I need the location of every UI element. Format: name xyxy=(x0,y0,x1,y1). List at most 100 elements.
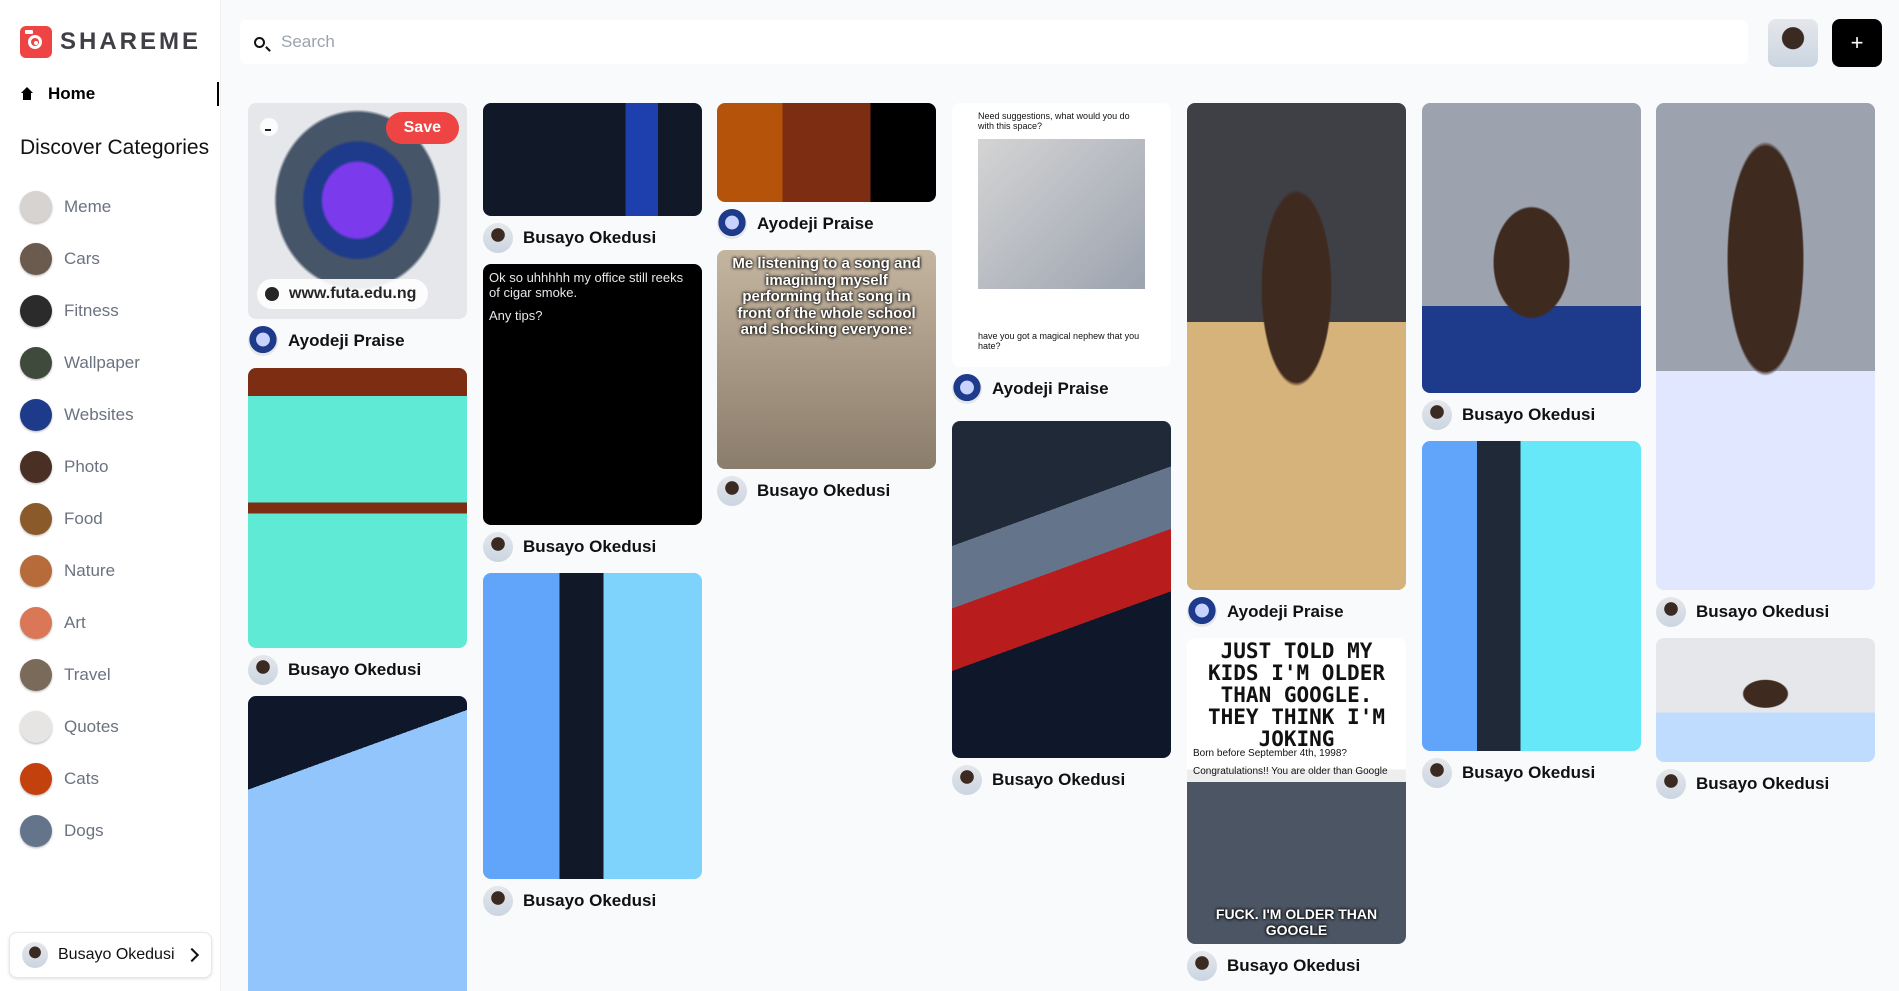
category-thumbnail xyxy=(20,659,52,691)
pin-author[interactable]: Ayodeji Praise xyxy=(952,373,1171,405)
pin-card[interactable]: Me listening to a song and imagining mys… xyxy=(717,250,936,507)
pin-card[interactable]: Busayo Okedusi xyxy=(1656,638,1875,800)
avatar xyxy=(1187,951,1217,981)
user-profile-button[interactable]: Busayo Okedusi xyxy=(9,932,212,978)
pin-author[interactable]: Busayo Okedusi xyxy=(952,764,1171,796)
pin-image[interactable]: JUST TOLD MY KIDS I'M OLDER THAN GOOGLE.… xyxy=(1187,638,1406,944)
sidebar-item-websites[interactable]: Websites xyxy=(20,389,140,441)
pin-card[interactable]: Ayodeji Praise xyxy=(1187,103,1406,628)
category-thumbnail xyxy=(20,711,52,743)
sidebar-item-meme[interactable]: Meme xyxy=(20,181,140,233)
author-name: Ayodeji Praise xyxy=(288,331,405,350)
sidebar-item-photo[interactable]: Photo xyxy=(20,441,140,493)
pin-author[interactable]: Busayo Okedusi xyxy=(717,475,936,507)
user-name: Busayo Okedusi xyxy=(58,946,175,963)
author-name: Busayo Okedusi xyxy=(288,660,422,679)
pin-image[interactable]: Need suggestions, what would you do with… xyxy=(952,103,1171,367)
sidebar-item-fitness[interactable]: Fitness xyxy=(20,285,140,337)
pin-image[interactable] xyxy=(1187,103,1406,590)
pin-image[interactable] xyxy=(483,573,702,879)
pin-image[interactable] xyxy=(717,103,936,202)
pin-image[interactable]: Me listening to a song and imagining mys… xyxy=(717,250,936,469)
category-list: Meme Cars Fitness Wallpaper Websites Pho… xyxy=(20,181,140,857)
author-name: Ayodeji Praise xyxy=(1227,602,1344,621)
pin-author[interactable]: Busayo Okedusi xyxy=(483,222,702,254)
app-logo[interactable]: SHAREME xyxy=(20,26,201,58)
author-name: Busayo Okedusi xyxy=(523,228,657,247)
avatar xyxy=(22,942,48,968)
create-pin-button[interactable]: + xyxy=(1832,19,1882,67)
pin-image[interactable] xyxy=(248,368,467,648)
author-name: Busayo Okedusi xyxy=(757,481,891,500)
pin-author[interactable]: Busayo Okedusi xyxy=(1422,757,1641,789)
meme-caption: Me listening to a song and imagining mys… xyxy=(732,255,921,338)
pin-card[interactable]: Busayo Okedusi xyxy=(483,103,702,254)
pin-image[interactable]: Save www.futa.edu.ng xyxy=(248,103,467,319)
author-name: Busayo Okedusi xyxy=(523,891,657,910)
pin-card[interactable]: Busayo Okedusi xyxy=(952,421,1171,796)
author-name: Busayo Okedusi xyxy=(992,770,1126,789)
pin-image[interactable] xyxy=(1656,103,1875,590)
pin-author[interactable]: Busayo Okedusi xyxy=(483,531,702,563)
logo-text: SHAREME xyxy=(60,28,202,55)
pin-card[interactable]: Busayo Okedusi xyxy=(483,573,702,917)
pin-author[interactable]: Busayo Okedusi xyxy=(248,654,467,686)
pin-card[interactable]: Busayo Okedusi xyxy=(1422,441,1641,789)
pin-card[interactable]: Busayo Okedusi xyxy=(1422,103,1641,431)
camera-icon xyxy=(20,26,52,58)
destination-link[interactable]: www.futa.edu.ng xyxy=(257,279,429,309)
pin-card[interactable]: Need suggestions, what would you do with… xyxy=(952,103,1171,405)
author-name: Ayodeji Praise xyxy=(757,214,874,233)
pin-card[interactable]: Busayo Okedusi xyxy=(248,368,467,686)
avatar xyxy=(483,532,513,562)
sidebar-item-home[interactable]: Home xyxy=(20,82,219,106)
pin-card[interactable]: Busayo Okedusi xyxy=(1656,103,1875,628)
pin-image[interactable] xyxy=(1422,441,1641,751)
search-input[interactable] xyxy=(279,31,1683,53)
pin-author[interactable]: Ayodeji Praise xyxy=(1187,596,1406,628)
pin-image[interactable] xyxy=(483,103,702,216)
pin-author[interactable]: Busayo Okedusi xyxy=(1422,399,1641,431)
avatar xyxy=(1422,400,1452,430)
download-icon[interactable] xyxy=(260,118,278,136)
sidebar-item-quotes[interactable]: Quotes xyxy=(20,701,140,753)
avatar xyxy=(717,209,747,239)
pin-card[interactable] xyxy=(248,696,467,991)
pin-image[interactable] xyxy=(248,696,467,991)
pin-image[interactable] xyxy=(1422,103,1641,393)
pin-card[interactable]: Save www.futa.edu.ng Ayodeji Praise xyxy=(248,103,467,357)
sidebar-item-dogs[interactable]: Dogs xyxy=(20,805,140,857)
pin-author[interactable]: Ayodeji Praise xyxy=(717,208,936,240)
sidebar-item-cats[interactable]: Cats xyxy=(20,753,140,805)
avatar xyxy=(1656,597,1686,627)
link-text: www.futa.edu.ng xyxy=(289,285,417,302)
pin-card[interactable]: JUST TOLD MY KIDS I'M OLDER THAN GOOGLE.… xyxy=(1187,638,1406,982)
avatar xyxy=(483,886,513,916)
pin-card[interactable]: Ayodeji Praise xyxy=(717,103,936,240)
pin-author[interactable]: Busayo Okedusi xyxy=(1656,768,1875,800)
sidebar-item-nature[interactable]: Nature xyxy=(20,545,140,597)
pin-card[interactable]: Ok so uhhhhh my office still reeks of ci… xyxy=(483,264,702,563)
sidebar-item-travel[interactable]: Travel xyxy=(20,649,140,701)
category-thumbnail xyxy=(20,763,52,795)
pin-image[interactable] xyxy=(952,421,1171,758)
category-label: Cars xyxy=(64,249,100,268)
sidebar-item-cars[interactable]: Cars xyxy=(20,233,140,285)
pin-author[interactable]: Busayo Okedusi xyxy=(1187,950,1406,982)
save-button[interactable]: Save xyxy=(385,112,459,144)
sidebar-item-wallpaper[interactable]: Wallpaper xyxy=(20,337,140,389)
pin-author[interactable]: Ayodeji Praise xyxy=(248,325,467,357)
pin-author[interactable]: Busayo Okedusi xyxy=(1656,596,1875,628)
avatar xyxy=(248,655,278,685)
category-thumbnail xyxy=(20,295,52,327)
sidebar-item-art[interactable]: Art xyxy=(20,597,140,649)
category-thumbnail xyxy=(20,243,52,275)
pin-author[interactable]: Busayo Okedusi xyxy=(483,885,702,917)
category-label: Meme xyxy=(64,197,112,216)
category-thumbnail xyxy=(20,607,52,639)
category-label: Travel xyxy=(64,665,111,684)
pin-image[interactable] xyxy=(1656,638,1875,762)
sidebar-item-food[interactable]: Food xyxy=(20,493,140,545)
profile-avatar[interactable] xyxy=(1768,19,1818,67)
pin-image[interactable]: Ok so uhhhhh my office still reeks of ci… xyxy=(483,264,702,525)
